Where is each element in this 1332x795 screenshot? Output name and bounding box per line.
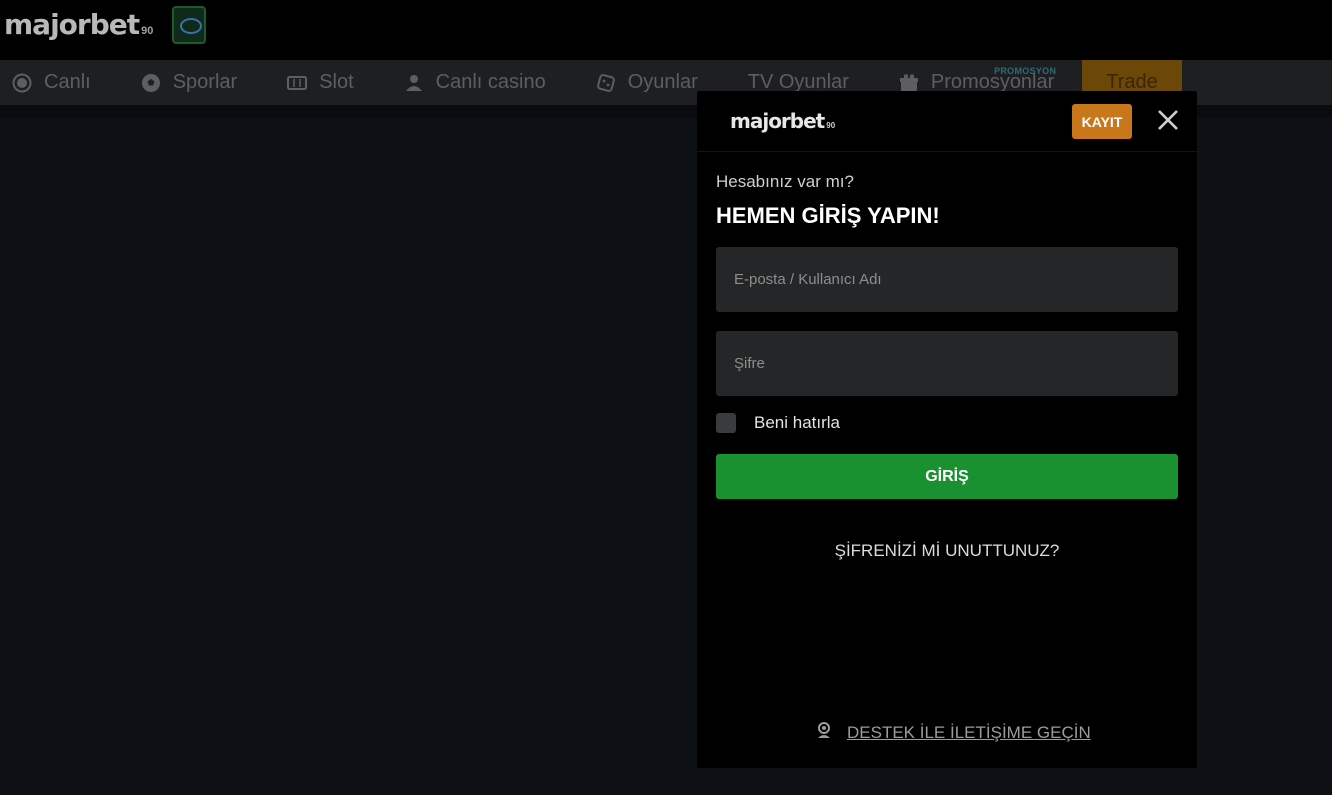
dealer-icon bbox=[404, 73, 424, 93]
close-icon[interactable] bbox=[1156, 108, 1180, 132]
modal-logo: majorbet 90 bbox=[730, 109, 835, 133]
login-modal: majorbet 90 KAYIT Hesabınız var mı? HEME… bbox=[697, 91, 1197, 768]
license-badge-icon bbox=[172, 6, 206, 44]
dice-icon bbox=[596, 73, 616, 93]
remember-me-label: Beni hatırla bbox=[754, 413, 840, 432]
modal-logo-suffix: 90 bbox=[826, 121, 836, 130]
remember-me-toggle[interactable]: Beni hatırla bbox=[716, 413, 840, 433]
gift-icon bbox=[899, 73, 919, 93]
top-header: majorbet 90 bbox=[0, 0, 1332, 60]
support-agent-icon bbox=[815, 721, 833, 744]
promo-tag: PROMOSYON bbox=[994, 66, 1057, 76]
nav-item-slot[interactable]: Slot bbox=[287, 60, 354, 105]
nav-label: Canlı casino bbox=[435, 71, 546, 93]
nav-item-canli-casino[interactable]: Canlı casino bbox=[404, 60, 546, 105]
nav-item-oyunlar[interactable]: Oyunlar bbox=[596, 60, 698, 105]
nav-item-sporlar[interactable]: Sporlar bbox=[141, 60, 237, 105]
register-button[interactable]: KAYIT bbox=[1072, 104, 1132, 139]
soccer-ball-icon bbox=[141, 73, 161, 93]
forgot-password-link[interactable]: ŞİFRENİZİ Mİ UNUTTUNUZ? bbox=[697, 541, 1197, 561]
logo-suffix: 90 bbox=[141, 25, 154, 37]
logo-text: majorbet bbox=[4, 8, 140, 41]
account-question: Hesabınız var mı? bbox=[716, 172, 854, 191]
password-input[interactable] bbox=[716, 331, 1178, 396]
nav-label: Sporlar bbox=[172, 71, 238, 93]
live-icon bbox=[12, 73, 32, 93]
modal-header: majorbet 90 KAYIT bbox=[697, 91, 1197, 152]
support-link[interactable]: DESTEK İLE İLETİŞİME GEÇİN bbox=[815, 721, 1091, 744]
remember-me-checkbox[interactable] bbox=[716, 413, 736, 433]
nav-label: Slot bbox=[319, 71, 354, 93]
login-button[interactable]: GİRİŞ bbox=[716, 454, 1178, 499]
slot-machine-icon bbox=[287, 73, 308, 93]
login-heading: HEMEN GİRİŞ YAPIN! bbox=[716, 203, 940, 228]
support-label: DESTEK İLE İLETİŞİME GEÇİN bbox=[847, 722, 1091, 742]
modal-logo-text: majorbet bbox=[730, 109, 825, 133]
site-logo[interactable]: majorbet 90 bbox=[4, 8, 153, 41]
nav-label: Canlı bbox=[44, 71, 91, 93]
nav-label: Oyunlar bbox=[627, 71, 698, 93]
nav-item-canli[interactable]: Canlı bbox=[12, 60, 91, 105]
username-input[interactable] bbox=[716, 247, 1178, 312]
